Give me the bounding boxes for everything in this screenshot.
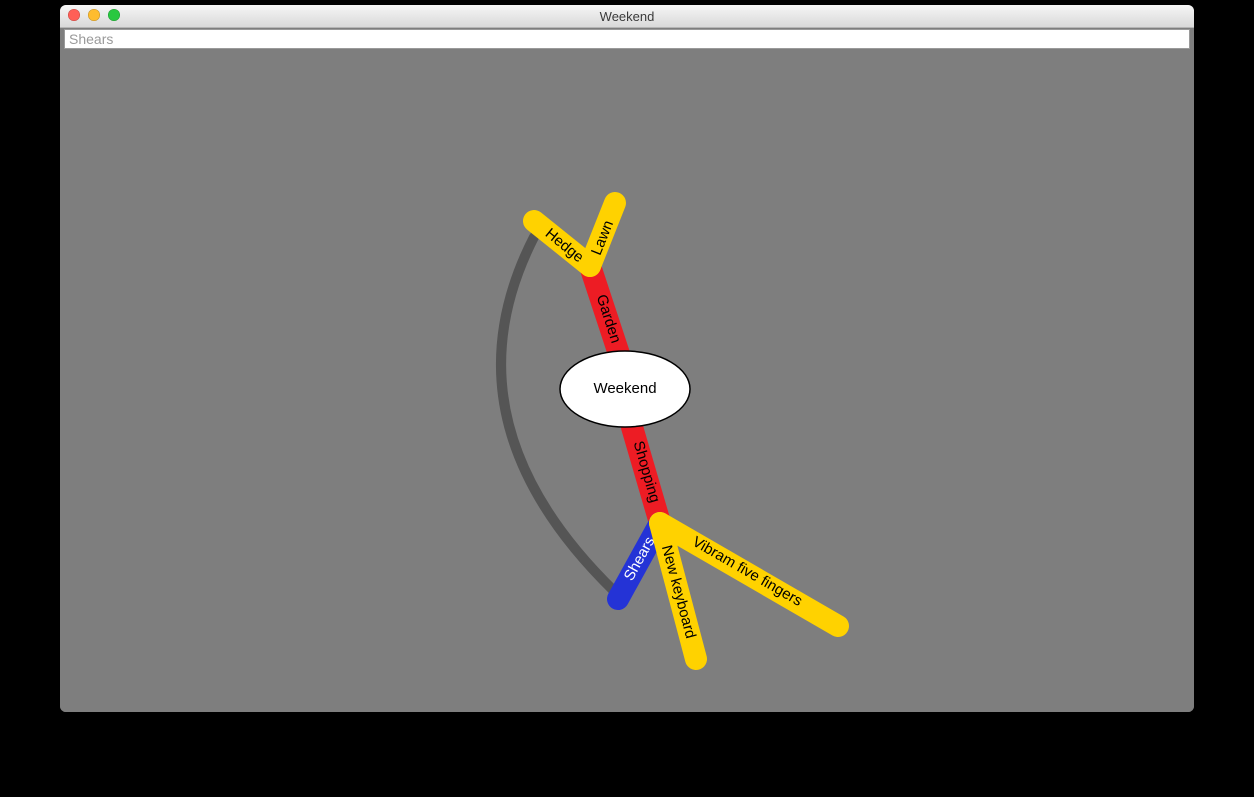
window-title: Weekend xyxy=(600,9,655,24)
mindmap-canvas[interactable]: Garden Hedge Lawn Shopping Shears xyxy=(60,51,1194,712)
root-node-label: Weekend xyxy=(593,380,656,397)
minimize-icon[interactable] xyxy=(88,9,100,21)
search-input-value: Shears xyxy=(69,31,113,47)
titlebar[interactable]: Weekend xyxy=(60,5,1194,28)
close-icon[interactable] xyxy=(68,9,80,21)
branch-garden[interactable]: Garden xyxy=(590,266,624,354)
branch-lawn[interactable]: Lawn xyxy=(588,203,617,266)
root-node[interactable]: Weekend xyxy=(560,351,690,427)
branch-vibram-label: Vibram five fingers xyxy=(689,533,805,610)
branch-shopping[interactable]: Shopping xyxy=(630,427,664,523)
search-input[interactable]: Shears xyxy=(64,29,1190,49)
window-controls xyxy=(68,9,120,21)
zoom-icon[interactable] xyxy=(108,9,120,21)
app-window: Weekend Shears Garden Hedge Lawn xyxy=(60,5,1194,712)
